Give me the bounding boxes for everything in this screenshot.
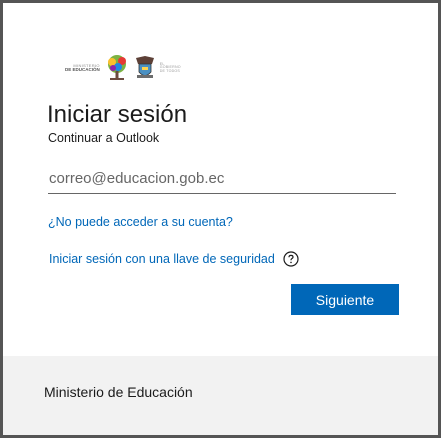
page-subtitle: Continuar a Outlook (48, 131, 160, 145)
coat-of-arms-icon (135, 56, 154, 78)
security-key-signin-link[interactable]: Iniciar sesión con una llave de segurida… (49, 252, 275, 266)
page-title: Iniciar sesión (47, 101, 188, 128)
next-button[interactable]: Siguiente (291, 284, 399, 315)
tree-logo-icon (107, 55, 126, 80)
gobierno-logo-text: EL GOBIERNO DE TODOS (159, 61, 181, 73)
question-circle-icon[interactable] (283, 251, 299, 267)
footer-organization-name: Ministerio de Educación (44, 384, 193, 400)
organization-banner: MINISTERIO DE EDUCACIÓN EL GOBIERNO DE T… (65, 52, 195, 84)
ministerio-logo-text: MINISTERIO DE EDUCACIÓN (65, 62, 100, 72)
cant-access-account-link[interactable]: ¿No puede acceder a su cuenta? (48, 215, 233, 229)
email-input[interactable] (48, 164, 396, 194)
footer-bar: Ministerio de Educación (3, 356, 438, 435)
